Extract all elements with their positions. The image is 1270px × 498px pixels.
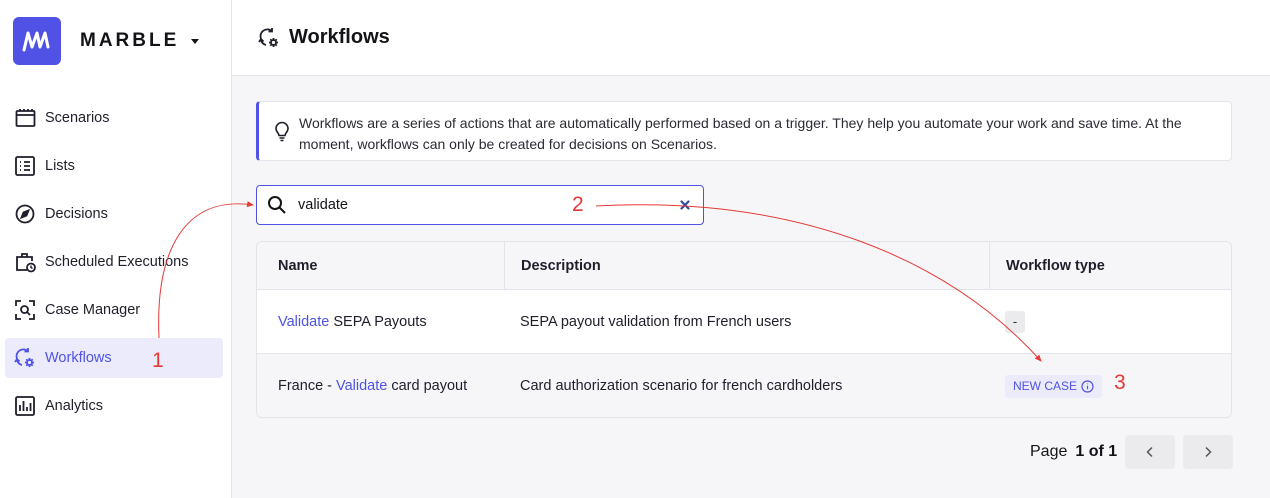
sidebar-item-scenarios[interactable]: Scenarios — [5, 98, 223, 138]
callout-text: Workflows are a series of actions that a… — [299, 115, 1182, 152]
compass-icon — [14, 203, 36, 225]
sidebar-item-label: Workflows — [45, 350, 112, 366]
pagination-count: 1 of 1 — [1075, 443, 1118, 460]
workflows-table: Name Description Workflow type Validate … — [256, 241, 1232, 418]
search-highlight: Validate — [336, 378, 388, 394]
case-manager-icon — [14, 299, 36, 321]
sidebar-item-decisions[interactable]: Decisions — [5, 194, 223, 234]
sidebar-item-workflows[interactable]: Workflows — [5, 338, 223, 378]
table-row[interactable]: Validate SEPA Payouts SEPA payout valida… — [257, 290, 1231, 354]
table-header: Name Description Workflow type — [257, 242, 1231, 290]
workflow-name[interactable]: Validate SEPA Payouts — [257, 290, 504, 353]
chevron-right-icon — [1205, 446, 1212, 458]
search-icon — [268, 196, 286, 214]
name-prefix: France - — [278, 378, 337, 394]
chevron-left-icon — [1146, 446, 1153, 458]
column-header-name[interactable]: Name — [257, 242, 504, 289]
close-icon — [680, 200, 690, 210]
workflow-icon — [257, 26, 281, 50]
chevron-down-icon[interactable] — [191, 38, 200, 44]
sidebar-item-scheduled-executions[interactable]: Scheduled Executions — [5, 242, 223, 282]
scheduled-icon — [14, 251, 36, 273]
name-suffix: card payout — [387, 378, 468, 394]
sidebar-nav: Scenarios Lists Decisions Scheduled Exec… — [5, 98, 223, 434]
pagination: Page 1 of 1 — [1030, 435, 1234, 469]
info-icon[interactable] — [1081, 379, 1094, 393]
brand-name: MARBLE — [80, 30, 180, 51]
new-case-badge[interactable]: NEW CASE — [1005, 374, 1103, 398]
badge-label: NEW CASE — [1013, 379, 1078, 393]
sidebar-item-label: Scheduled Executions — [45, 254, 189, 270]
sidebar-item-lists[interactable]: Lists — [5, 146, 223, 186]
analytics-icon — [14, 395, 36, 417]
sidebar-item-analytics[interactable]: Analytics — [5, 386, 223, 426]
clear-search-button[interactable] — [677, 197, 693, 213]
sidebar-item-label: Decisions — [45, 206, 108, 222]
sidebar-item-label: Case Manager — [45, 302, 141, 318]
next-page-button[interactable] — [1183, 435, 1234, 469]
scenarios-icon — [14, 107, 36, 129]
brand[interactable]: MARBLE — [13, 17, 200, 65]
marble-logo — [13, 17, 61, 65]
name-suffix: SEPA Payouts — [329, 313, 427, 330]
sidebar-item-label: Scenarios — [45, 110, 110, 126]
workflow-type-cell: NEW CASE — [989, 354, 1231, 417]
page-title: Workflows — [289, 26, 390, 48]
previous-page-button[interactable] — [1125, 435, 1176, 469]
workflow-description: Card authorization scenario for french c… — [520, 378, 843, 394]
workflow-icon — [14, 347, 36, 369]
sidebar: MARBLE Scenarios Lists Decisions Schedul… — [0, 0, 232, 498]
sidebar-item-case-manager[interactable]: Case Manager — [5, 290, 223, 330]
main-content: Workflows are a series of actions that a… — [232, 76, 1270, 498]
info-callout: Workflows are a series of actions that a… — [256, 101, 1232, 161]
sidebar-item-label: Analytics — [45, 398, 104, 414]
column-header-description[interactable]: Description — [504, 242, 989, 289]
workflow-name[interactable]: France - Validate card payout — [257, 354, 504, 417]
pagination-label: Page — [1030, 443, 1068, 460]
page-header: Workflows — [232, 0, 1270, 76]
sidebar-item-label: Lists — [45, 158, 75, 174]
table-row[interactable]: France - Validate card payout Card autho… — [257, 354, 1231, 417]
column-header-workflow-type[interactable]: Workflow type — [989, 242, 1231, 289]
search-input[interactable]: validate — [256, 185, 704, 225]
workflow-type-badge: - — [1005, 310, 1025, 333]
workflow-description: SEPA payout validation from French users — [520, 313, 792, 330]
list-icon — [14, 155, 36, 177]
search-highlight: Validate — [278, 313, 330, 330]
workflow-type-cell: - — [989, 290, 1231, 353]
search-value[interactable]: validate — [298, 197, 348, 213]
lightbulb-icon — [275, 121, 289, 142]
